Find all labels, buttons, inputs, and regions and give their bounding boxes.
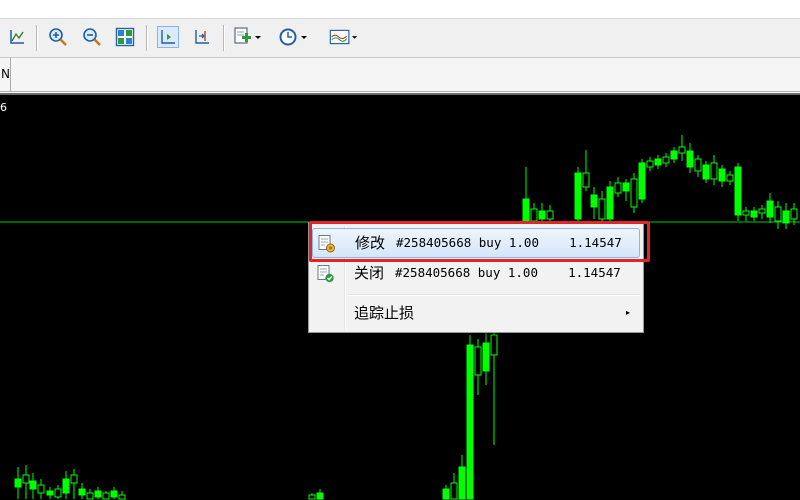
candle-body — [70, 474, 78, 484]
candle-body — [750, 210, 758, 218]
menu-item-label: 追踪止损 — [354, 304, 415, 322]
candle-body — [614, 182, 622, 194]
candle-body — [766, 200, 774, 218]
chart-toolbar — [0, 19, 800, 58]
highlight-annotation-box — [309, 221, 650, 262]
candle-body — [490, 334, 498, 356]
candle-body — [726, 174, 734, 182]
candle-body — [670, 150, 678, 160]
candle-body — [62, 478, 70, 494]
menu-item-label: 关闭 — [354, 264, 385, 282]
templates-icon[interactable] — [328, 26, 360, 48]
candle-body — [742, 210, 750, 216]
candle-body — [654, 158, 662, 166]
candle-body — [29, 480, 37, 490]
candle-body — [630, 178, 638, 208]
candle-body — [678, 146, 686, 154]
candle-body — [102, 492, 110, 500]
candle-body — [734, 166, 742, 216]
candle-body — [782, 210, 790, 224]
candle-body — [474, 346, 482, 376]
submenu-arrow-icon: ▸ — [625, 308, 630, 317]
candle-body — [46, 490, 54, 496]
candle-body — [686, 150, 694, 168]
candle-body — [482, 342, 490, 372]
candle-body — [22, 474, 30, 484]
toolbar-separator — [146, 25, 148, 51]
candle-body — [538, 210, 546, 220]
candle-body — [522, 198, 530, 223]
candle-body — [574, 172, 582, 220]
candle-body — [622, 182, 630, 192]
candle-body — [78, 488, 86, 496]
candle-body — [54, 488, 62, 498]
candle-body — [316, 492, 324, 500]
candle-body — [598, 198, 606, 220]
zoom-in-icon[interactable] — [47, 26, 69, 48]
autoscroll-icon[interactable] — [191, 26, 213, 48]
candle-body — [790, 208, 798, 220]
candle-body — [702, 164, 710, 180]
order-detail-text: #258405668 buy 1.00 1.14547 — [395, 265, 621, 280]
candle-body — [14, 478, 22, 488]
candle-body — [718, 168, 726, 182]
menu-item-close-order[interactable]: 关闭 #258405668 buy 1.00 1.14547 — [312, 259, 640, 289]
candle-body — [546, 210, 554, 220]
candle-body — [606, 186, 614, 220]
candle-body — [646, 160, 654, 168]
candle-body — [450, 482, 458, 500]
periods-clock-icon[interactable] — [278, 26, 310, 48]
candle-body — [466, 344, 474, 500]
candle-body — [118, 494, 126, 500]
chart-tabs-bar: N — [0, 58, 800, 92]
zoom-out-icon[interactable] — [81, 26, 103, 48]
candle-body — [86, 492, 94, 500]
chart-tab[interactable]: N — [0, 58, 11, 91]
indicators-icon[interactable] — [232, 26, 264, 48]
candle-body — [694, 158, 702, 172]
candle-body — [37, 484, 45, 494]
candle-body — [94, 490, 102, 498]
candle-body — [774, 206, 782, 222]
candle-body — [442, 488, 450, 500]
tile-windows-icon[interactable] — [114, 26, 136, 48]
candle-body — [758, 208, 766, 214]
candle-body — [582, 172, 590, 188]
menu-separator — [349, 294, 640, 296]
close-order-icon — [317, 265, 334, 283]
candle-body — [662, 156, 670, 164]
toolbar-separator — [36, 25, 38, 51]
candle-body — [530, 208, 538, 222]
toolbar-separator — [223, 25, 225, 51]
candle-body — [638, 162, 646, 200]
candle-body — [590, 194, 598, 208]
candle-body — [110, 490, 118, 498]
line-studies-icon[interactable] — [6, 26, 28, 48]
chart-corner-label: 6 — [0, 101, 7, 114]
title-strip — [0, 0, 800, 19]
candle-body — [458, 466, 466, 500]
candle-body — [710, 162, 718, 180]
menu-item-trailing-stop[interactable]: 追踪止损 ▸ — [312, 299, 640, 329]
candle-body — [308, 494, 316, 500]
chart-shift-icon[interactable] — [157, 26, 179, 48]
